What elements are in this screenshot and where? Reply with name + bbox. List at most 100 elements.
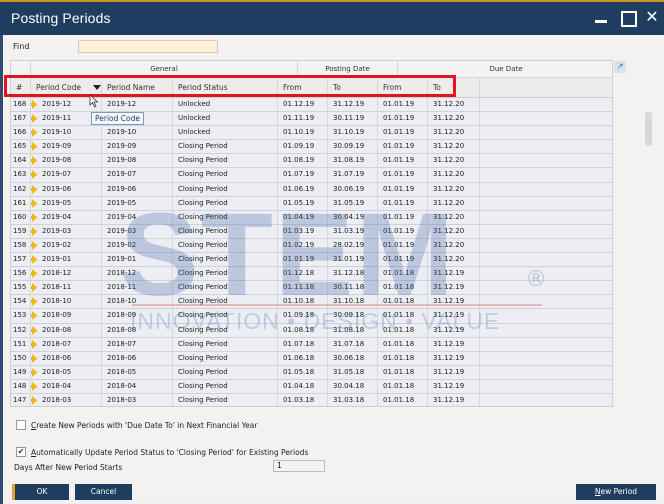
cell-period-code[interactable]: 2018-04 <box>31 379 102 393</box>
cell-period-name[interactable]: 2019-08 <box>102 154 173 168</box>
col-header-period-status[interactable]: Period Status <box>173 78 278 97</box>
cell-period-name[interactable]: 2019-05 <box>102 196 173 210</box>
cell-period-name[interactable]: 2019-09 <box>102 140 173 154</box>
cell-due-from[interactable]: 01.01.18 <box>378 337 428 351</box>
cell-period-status[interactable]: Closing Period <box>173 379 278 393</box>
cell-due-to[interactable]: 31.12.20 <box>428 253 480 267</box>
cell-due-from[interactable]: 01.01.18 <box>378 309 428 323</box>
table-row[interactable]: 148 2018-04 2018-04 Closing Period 01.04.18 3… <box>11 379 612 394</box>
cell-posting-from[interactable]: 01.12.18 <box>278 267 328 281</box>
cell-period-name[interactable]: 2018-07 <box>102 337 173 351</box>
cell-period-status[interactable]: Closing Period <box>173 365 278 379</box>
cell-period-name[interactable]: 2018-10 <box>102 295 173 309</box>
cell-posting-from[interactable]: 01.12.19 <box>278 98 328 112</box>
cell-due-to[interactable]: 31.12.20 <box>428 112 480 126</box>
cell-period-code[interactable]: 2019-01 <box>31 253 102 267</box>
cell-posting-from[interactable]: 01.11.18 <box>278 281 328 295</box>
cell-posting-to[interactable]: 31.07.19 <box>328 168 378 182</box>
cell-due-to[interactable]: 31.12.20 <box>428 238 480 253</box>
table-row[interactable]: 156 2018-12 2018-12 Closing Period 01.12.18 3… <box>11 267 612 282</box>
cell-due-to[interactable]: 31.12.19 <box>428 365 480 379</box>
cell-period-code[interactable]: 2018-11 <box>31 281 102 295</box>
cell-period-name[interactable]: 2019-02 <box>102 238 173 253</box>
cell-posting-to[interactable]: 30.06.19 <box>328 182 378 196</box>
cell-due-from[interactable]: 01.01.18 <box>378 323 428 337</box>
cell-period-status[interactable]: Closing Period <box>173 337 278 351</box>
cell-posting-from[interactable]: 01.04.18 <box>278 379 328 393</box>
cell-posting-to[interactable]: 31.08.19 <box>328 154 378 168</box>
cell-posting-to[interactable]: 30.04.18 <box>328 379 378 393</box>
create-new-periods-checkbox[interactable] <box>16 420 26 430</box>
cell-posting-to[interactable]: 31.12.18 <box>328 267 378 281</box>
cell-due-from[interactable]: 01.01.19 <box>378 98 428 112</box>
cell-period-name[interactable]: 2018-06 <box>102 351 173 365</box>
cell-due-from[interactable]: 01.01.19 <box>378 224 428 238</box>
cell-period-code[interactable]: 2019-07 <box>31 168 102 182</box>
cell-posting-from[interactable]: 01.04.19 <box>278 210 328 224</box>
cell-due-to[interactable]: 31.12.20 <box>428 182 480 196</box>
col-header-posting-from[interactable]: From <box>278 78 328 97</box>
link-arrow-icon[interactable] <box>31 297 38 307</box>
table-row[interactable]: 162 2019-06 2019-06 Closing Period 01.06.19 3… <box>11 182 612 197</box>
cell-posting-from[interactable]: 01.01.19 <box>278 253 328 267</box>
cell-due-from[interactable]: 01.01.18 <box>378 295 428 309</box>
table-row[interactable]: 158 2019-02 2019-02 Closing Period 01.02.19 2… <box>11 238 612 254</box>
link-arrow-icon[interactable] <box>31 269 38 279</box>
cell-posting-to[interactable]: 31.05.19 <box>328 196 378 210</box>
cell-posting-to[interactable]: 30.09.19 <box>328 140 378 154</box>
link-arrow-icon[interactable] <box>31 114 38 124</box>
cell-period-name[interactable]: 2019-07 <box>102 168 173 182</box>
cell-period-status[interactable]: Closing Period <box>173 295 278 309</box>
cell-due-to[interactable]: 31.12.19 <box>428 351 480 365</box>
link-arrow-icon[interactable] <box>31 325 38 335</box>
cell-due-from[interactable]: 01.01.19 <box>378 210 428 224</box>
cell-posting-to[interactable]: 31.05.18 <box>328 365 378 379</box>
cell-posting-to[interactable]: 31.07.18 <box>328 337 378 351</box>
cell-due-to[interactable]: 31.12.19 <box>428 267 480 281</box>
link-arrow-icon[interactable] <box>31 142 38 152</box>
cell-period-code[interactable]: 2018-07 <box>31 337 102 351</box>
table-row[interactable]: 147 2018-03 2018-03 Closing Period 01.03.18 3… <box>11 393 612 406</box>
find-input[interactable] <box>78 40 218 53</box>
cell-period-name[interactable]: 2019-03 <box>102 224 173 238</box>
cell-due-to[interactable]: 31.12.19 <box>428 295 480 309</box>
cell-posting-to[interactable]: 31.12.19 <box>328 98 378 112</box>
minimize-icon[interactable] <box>593 8 611 26</box>
cell-period-status[interactable]: Unlocked <box>173 112 278 126</box>
cell-period-name[interactable]: 2018-04 <box>102 379 173 393</box>
cell-posting-from[interactable]: 01.06.19 <box>278 182 328 196</box>
cell-posting-from[interactable]: 01.11.19 <box>278 112 328 126</box>
cell-period-status[interactable]: Closing Period <box>173 281 278 295</box>
cell-period-status[interactable]: Closing Period <box>173 224 278 238</box>
cell-period-status[interactable]: Closing Period <box>173 309 278 323</box>
link-arrow-icon[interactable] <box>31 283 38 293</box>
table-row[interactable]: 149 2018-05 2018-05 Closing Period 01.05.18 3… <box>11 365 612 380</box>
cell-period-code[interactable]: 2018-03 <box>31 393 102 406</box>
col-header-due-to[interactable]: To <box>428 78 480 97</box>
days-after-input[interactable]: 1 <box>273 460 325 472</box>
close-icon[interactable]: ✕ <box>643 8 661 26</box>
cell-due-from[interactable]: 01.01.19 <box>378 238 428 253</box>
table-row[interactable]: 153 2018-09 2018-09 Closing Period 01.09.18 3… <box>11 309 612 324</box>
cell-posting-to[interactable]: 31.03.18 <box>328 393 378 406</box>
link-arrow-icon[interactable] <box>31 395 38 405</box>
cell-period-status[interactable]: Closing Period <box>173 168 278 182</box>
cell-period-code[interactable]: 2019-10 <box>31 126 102 140</box>
link-arrow-icon[interactable] <box>31 212 38 222</box>
cell-period-code[interactable]: 2019-05 <box>31 196 102 210</box>
cell-due-to[interactable]: 31.12.20 <box>428 196 480 210</box>
table-row[interactable]: 164 2019-08 2019-08 Closing Period 01.08.19 3… <box>11 154 612 169</box>
cell-period-code[interactable]: 2018-09 <box>31 309 102 323</box>
table-row[interactable]: 155 2018-11 2018-11 Closing Period 01.11.18 3… <box>11 281 612 296</box>
link-arrow-icon[interactable] <box>31 381 38 391</box>
cell-due-to[interactable]: 31.12.19 <box>428 379 480 393</box>
cell-due-to[interactable]: 31.12.20 <box>428 154 480 168</box>
cell-due-to[interactable]: 31.12.20 <box>428 98 480 112</box>
cell-posting-from[interactable]: 01.10.19 <box>278 126 328 140</box>
cell-due-from[interactable]: 01.01.19 <box>378 154 428 168</box>
cell-due-to[interactable]: 31.12.19 <box>428 393 480 406</box>
link-arrow-icon[interactable] <box>31 339 38 349</box>
col-header-period-name[interactable]: Period Name <box>102 78 173 97</box>
cell-posting-to[interactable]: 28.02.19 <box>328 238 378 253</box>
cell-posting-to[interactable]: 31.10.19 <box>328 126 378 140</box>
